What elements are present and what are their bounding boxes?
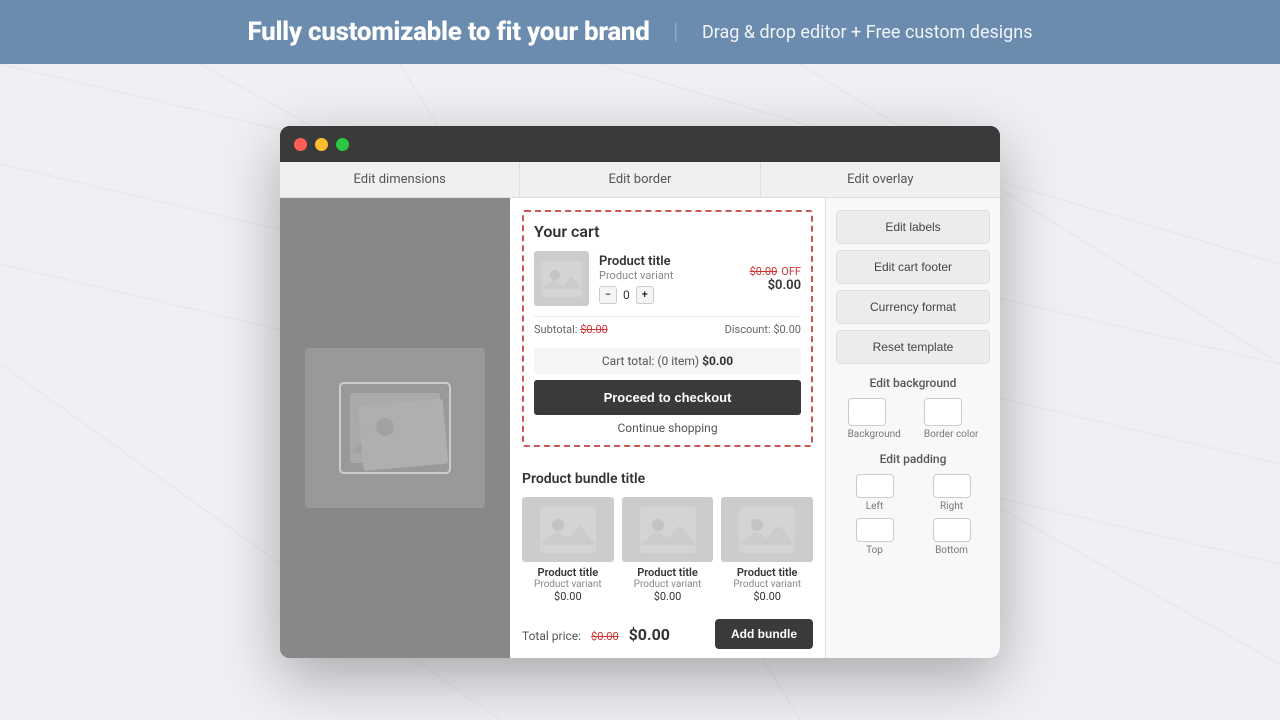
cart-item-price-area: $0.00 OFF $0.00 [750, 265, 801, 293]
edit-padding-label: Edit padding [836, 452, 990, 466]
padding-right-label: Right [933, 501, 971, 512]
subtotal-label: Subtotal: $0.00 [534, 323, 608, 336]
cart-item-price: $0.00 [750, 278, 801, 293]
bundle-product-title-2: Product title [622, 566, 714, 579]
border-color-swatch[interactable] [924, 398, 962, 426]
padding-grid: Left Right Top [836, 474, 990, 556]
bundle-product-image-3 [721, 497, 813, 562]
cart-panel: Your cart Product title Produ [510, 198, 825, 658]
background-label: Background [848, 429, 901, 440]
bundle-product-title-3: Product title [721, 566, 813, 579]
header-divider: | [674, 20, 678, 45]
padding-top-container: Top [856, 518, 894, 556]
padding-bottom-label: Bottom [933, 545, 971, 556]
bundle-product-variant-3: Product variant [721, 579, 813, 590]
bundle-product-variant-2: Product variant [622, 579, 714, 590]
bundle-products: Product title Product variant $0.00 [522, 497, 813, 603]
padding-left-input[interactable] [856, 474, 894, 498]
qty-decrease-button[interactable]: − [599, 286, 617, 304]
bundle-product-2: Product title Product variant $0.00 [622, 497, 714, 603]
bundle-product-1: Product title Product variant $0.00 [522, 497, 614, 603]
cart-item-off-label: OFF [781, 265, 801, 278]
background-swatch[interactable] [848, 398, 886, 426]
header: Fully customizable to fit your brand | D… [0, 0, 1280, 64]
cart-item-original-price: $0.00 [750, 265, 778, 278]
padding-left-label: Left [856, 501, 894, 512]
content-area: Your cart Product title Produ [280, 198, 1000, 658]
bundle-total-original: $0.00 [591, 630, 619, 643]
header-subtitle: Drag & drop editor + Free custom designs [702, 22, 1033, 43]
bundle-total-price: $0.00 [629, 625, 670, 644]
padding-bottom-container: Bottom [933, 518, 971, 556]
border-color-swatch-container: Border color [924, 398, 979, 440]
edit-cart-footer-button[interactable]: Edit cart footer [836, 250, 990, 284]
qty-value: 0 [623, 288, 630, 302]
bundle-total-area: Total price: $0.00 $0.00 [522, 625, 670, 644]
bundle-product-3: Product title Product variant $0.00 [721, 497, 813, 603]
minimize-button[interactable] [315, 138, 328, 151]
reset-template-button[interactable]: Reset template [836, 330, 990, 364]
cart-totals: Subtotal: $0.00 Discount: $0.00 [534, 316, 801, 342]
title-bar [280, 126, 1000, 162]
window: Edit dimensions Edit border Edit overlay [280, 126, 1000, 658]
header-title: Fully customizable to fit your brand [247, 17, 649, 47]
edit-labels-button[interactable]: Edit labels [836, 210, 990, 244]
bundle-product-price-1: $0.00 [522, 590, 614, 603]
bundle-product-variant-1: Product variant [522, 579, 614, 590]
bundle-title: Product bundle title [522, 471, 813, 487]
maximize-button[interactable] [336, 138, 349, 151]
close-button[interactable] [294, 138, 307, 151]
cart-qty-control: − 0 + [599, 286, 740, 304]
padding-top-input[interactable] [856, 518, 894, 542]
checkout-button[interactable]: Proceed to checkout [534, 380, 801, 415]
cart-item-image [534, 251, 589, 306]
tab-bar: Edit dimensions Edit border Edit overlay [280, 162, 1000, 198]
cart-item-variant: Product variant [599, 269, 740, 282]
right-panel: Edit labels Edit cart footer Currency fo… [825, 198, 1000, 658]
padding-left-right-row: Left Right [836, 474, 990, 512]
bundle-section: Product bundle title Product title [510, 459, 825, 658]
add-bundle-button[interactable]: Add bundle [715, 619, 813, 649]
tab-edit-overlay[interactable]: Edit overlay [761, 162, 1000, 197]
bundle-product-price-2: $0.00 [622, 590, 714, 603]
bundle-product-image-2 [622, 497, 714, 562]
bundle-product-title-1: Product title [522, 566, 614, 579]
background-swatch-container: Background [848, 398, 901, 440]
discount-label: Discount: $0.00 [725, 323, 801, 336]
subtotal-value: $0.00 [580, 323, 608, 336]
cart-dashed: Your cart Product title Produ [522, 210, 813, 447]
placeholder-image [305, 348, 485, 508]
qty-increase-button[interactable]: + [636, 286, 654, 304]
bundle-footer: Total price: $0.00 $0.00 Add bundle [522, 613, 813, 649]
cart-item: Product title Product variant − 0 + $0.0… [534, 251, 801, 306]
color-swatches: Background Border color [836, 398, 990, 440]
tab-edit-border[interactable]: Edit border [520, 162, 760, 197]
cart-total-line: Cart total: (0 item) $0.00 [534, 348, 801, 374]
tab-edit-dimensions[interactable]: Edit dimensions [280, 162, 520, 197]
padding-right-input[interactable] [933, 474, 971, 498]
bundle-product-price-3: $0.00 [721, 590, 813, 603]
continue-shopping-link[interactable]: Continue shopping [534, 421, 801, 435]
padding-left-container: Left [856, 474, 894, 512]
bundle-product-image-1 [522, 497, 614, 562]
currency-format-button[interactable]: Currency format [836, 290, 990, 324]
padding-right-container: Right [933, 474, 971, 512]
padding-top-bottom-row: Top Bottom [836, 518, 990, 556]
padding-bottom-input[interactable] [933, 518, 971, 542]
border-color-label: Border color [924, 429, 979, 440]
left-panel [280, 198, 510, 658]
edit-background-label: Edit background [836, 376, 990, 390]
bundle-total-label: Total price: [522, 629, 581, 643]
cart-item-title: Product title [599, 254, 740, 269]
padding-top-label: Top [856, 545, 894, 556]
main-area: Edit dimensions Edit border Edit overlay [0, 64, 1280, 720]
cart-title: Your cart [534, 222, 801, 241]
cart-item-info: Product title Product variant − 0 + [599, 254, 740, 304]
